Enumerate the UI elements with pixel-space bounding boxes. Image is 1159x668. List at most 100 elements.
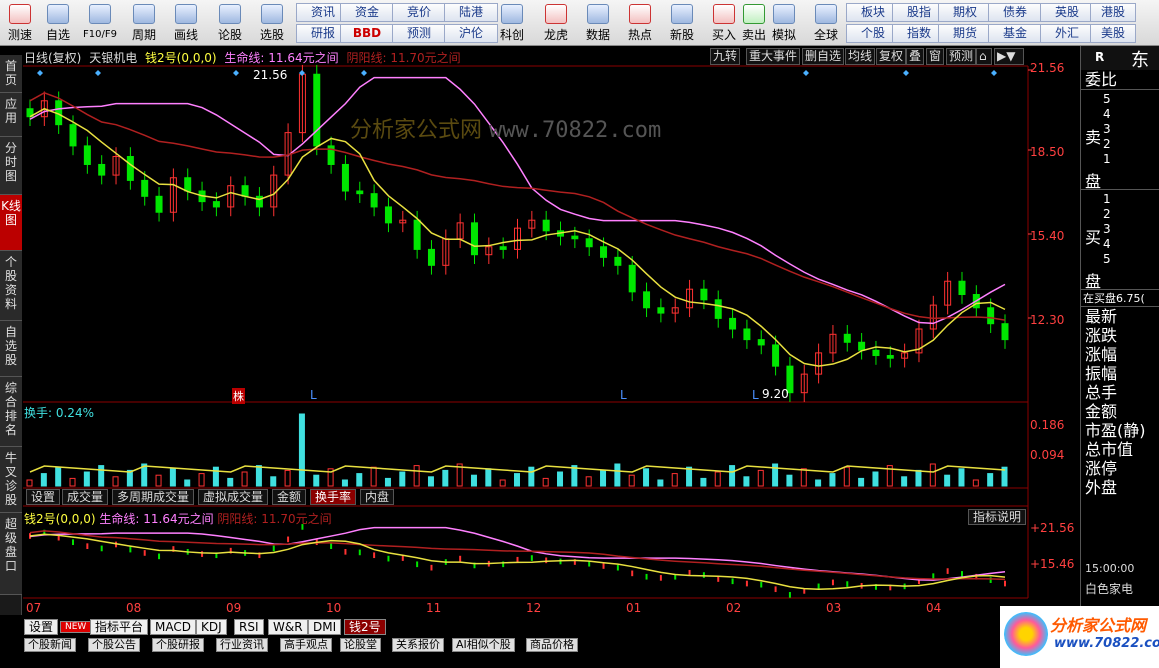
candle-body [313,73,321,147]
field-change-pct: 涨幅 [1085,345,1118,364]
buy-label: 买盘 [1085,228,1102,291]
x-axis-label: 09 [226,601,242,615]
volume-bar [872,471,879,487]
volume-bar [929,463,936,487]
btab2-related-quote[interactable]: 关系报价 [392,638,444,652]
volume-bar [743,476,750,487]
candle-body [69,124,77,147]
panel-r-label: R [1095,50,1105,64]
btab2-expert[interactable]: 高手观点 [280,638,332,652]
volume-bar [356,473,363,487]
panel-stock-initial: 东 [1131,50,1149,71]
btab-indicator-platform[interactable]: 指标平台 [90,619,149,635]
ind-label-1: +21.56 [1030,521,1075,535]
btab-settings[interactable]: 设置 [24,619,59,635]
volume-bar [944,474,951,487]
volume-bar [686,466,693,487]
candle-body [184,177,192,192]
watermark: 分析家公式网 www.70822.com [350,112,661,144]
logo-brand: 分析家公式网 [1050,616,1147,635]
btab-qian2[interactable]: 钱2号 [344,619,386,635]
volume-bar [270,476,277,487]
volume-bar [212,466,219,487]
panel-tab-virtual-volume[interactable]: 虚拟成交量 [198,489,269,505]
field-amount: 金额 [1085,402,1118,421]
volume-bar [298,413,305,487]
ind-yin-line [29,530,1006,581]
field-change: 涨跌 [1085,326,1118,345]
sector-label: 白色家电 [1085,582,1134,596]
ind-ma-line [29,533,1006,590]
volume-bar [557,471,564,487]
panel-tab-amount[interactable]: 金额 [272,489,307,505]
volume-bar [915,469,922,487]
panel-tab-turnover[interactable]: 换手率 [310,489,357,505]
event-badge[interactable]: 株 [232,388,245,404]
volume-bar [958,468,965,487]
panel-tab-volume[interactable]: 成交量 [62,489,109,505]
volume-bar [600,469,607,487]
btab2-forum[interactable]: 论股堂 [340,638,381,652]
candle-body [743,328,751,341]
btab2-news[interactable]: 个股新闻 [24,638,76,652]
volume-bar [227,477,234,487]
volume-bar [112,476,119,487]
candle-body [255,195,263,208]
volume-bar [901,476,908,487]
field-amplitude: 振幅 [1085,364,1118,383]
candle-body [83,145,91,165]
volume-bar [643,468,650,487]
btab2-announcements[interactable]: 个股公告 [88,638,140,652]
ind-name: 钱2号(0,0,0) [24,512,96,526]
event-diamond [95,70,101,76]
btab-macd[interactable]: MACD [150,619,196,635]
btab-wr[interactable]: W&R [268,619,308,635]
btab2-industry[interactable]: 行业资讯 [216,638,268,652]
btab2-research[interactable]: 个股研报 [152,638,204,652]
volume-bar [972,479,979,487]
volume-bar [628,474,635,487]
field-volume: 总手 [1085,383,1118,402]
volume-bar [442,469,449,487]
btab2-commodity[interactable]: 商品价格 [526,638,578,652]
btab-kdj[interactable]: KDJ [196,619,227,635]
volume-bar [126,469,133,487]
volume-bar [671,473,678,487]
volume-bar [427,476,434,487]
panel-tab-multi-volume[interactable]: 多周期成交量 [112,489,195,505]
volume-bar [714,471,721,487]
candle-body [585,238,593,248]
candle-body [628,264,636,293]
candle-body [499,246,507,250]
x-axis-label: 07 [26,601,42,615]
volume-bar [83,471,90,487]
candle-body [858,341,866,351]
candle-body [643,291,651,309]
watermark-brand: 分析家公式网 [350,118,483,143]
volume-bar [384,477,391,487]
btab-dmi[interactable]: DMI [308,619,342,635]
panel-tab-settings[interactable]: 设置 [26,489,61,505]
btab2-similar[interactable]: AI相似个股 [452,638,515,652]
indicator-explain-button[interactable]: 指标说明 [968,509,1027,525]
watermark-url: www.70822.com [489,118,662,143]
volume-bar [800,468,807,487]
volume-bar [843,466,850,487]
logo-watermark: 分析家公式网 www.70822.com [1000,606,1159,668]
candle-body [571,235,579,240]
logo-url: www.70822.com [1054,636,1159,651]
x-axis-label: 10 [326,601,342,615]
chart-canvas[interactable] [0,0,1159,668]
x-axis-label: 08 [126,601,142,615]
btab-rsi[interactable]: RSI [234,619,264,635]
volume-bar [786,474,793,487]
volume-bar [528,466,535,487]
candle-body [872,349,880,357]
indicator-header: 钱2号(0,0,0) 生命线: 11.64元之间 阴阳线: 11.70元之间 [24,510,332,527]
panel-tab-inner[interactable]: 内盘 [360,489,395,505]
new-badge: NEW [60,621,92,633]
volume-bar [585,476,592,487]
volume-bar [40,473,47,487]
candle-body [141,179,149,197]
candle-body [600,246,608,258]
